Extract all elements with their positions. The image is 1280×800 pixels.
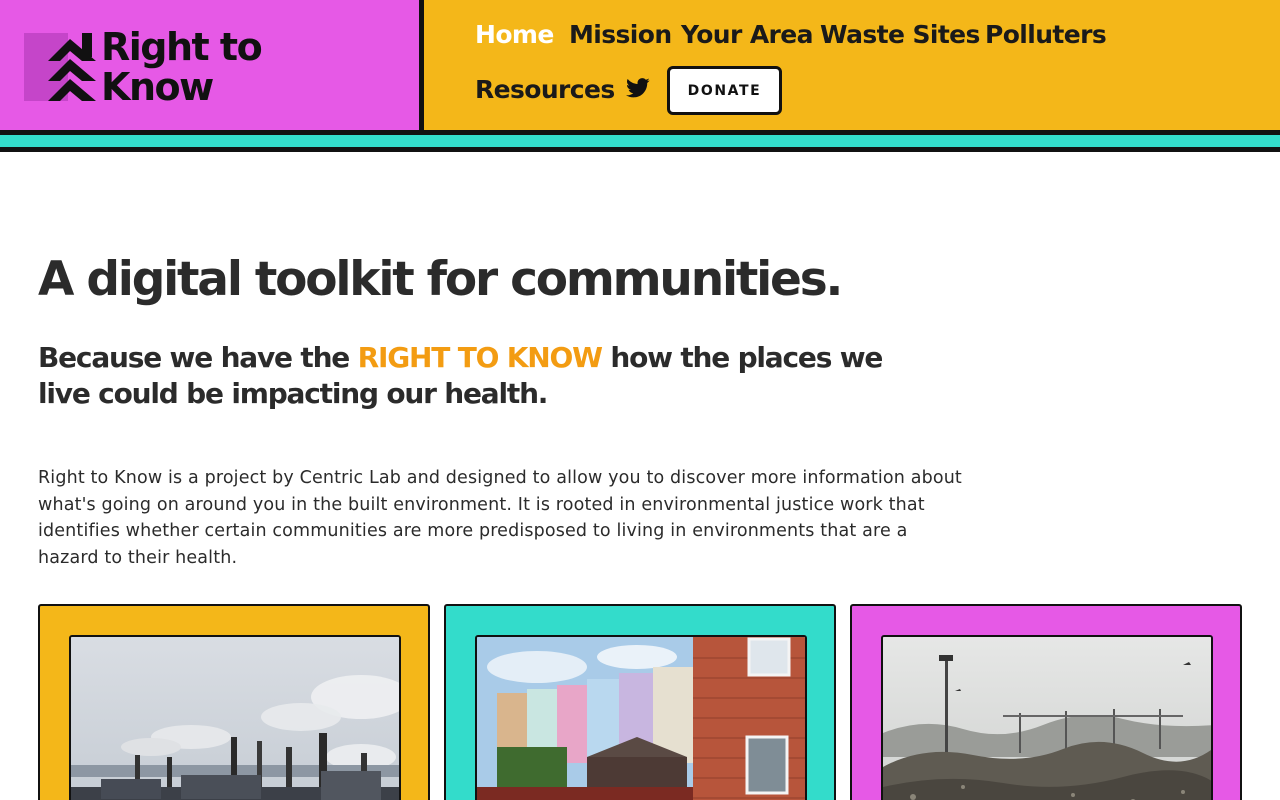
nav-waste-sites[interactable]: Waste Sites	[820, 20, 980, 50]
industrial-smokestacks-photo[interactable]	[69, 635, 401, 800]
nav-resources[interactable]: Resources	[475, 75, 615, 105]
twitter-link[interactable]	[626, 77, 650, 99]
logo-link[interactable]: Right to Know	[0, 0, 300, 130]
logo-line-2: Know	[101, 65, 214, 109]
logo-line-1: Right to	[101, 25, 263, 69]
tagline: Because we have the RIGHT TO KNOW how th…	[38, 340, 938, 412]
nav-home[interactable]: Home	[475, 20, 554, 50]
landfill-image	[883, 637, 1211, 800]
chevron-up-logo-icon	[24, 33, 96, 101]
tagline-before: Because we have the	[38, 341, 358, 374]
header-stripe	[0, 135, 1280, 152]
feature-card-2: LOVE	[444, 604, 836, 800]
intro-paragraph: Right to Know is a project by Centric La…	[38, 468, 962, 568]
landfill-waste-site-photo[interactable]	[881, 635, 1213, 800]
nav-mission[interactable]: Mission	[569, 20, 672, 50]
nav-your-area[interactable]: Your Area	[681, 20, 814, 50]
terraced-houses-image: LOVE	[477, 637, 805, 800]
industrial-smokestacks-image	[71, 637, 399, 800]
site-header: Right to Know Home Mission Your Area Was…	[0, 0, 1280, 152]
feature-card-3	[850, 604, 1242, 800]
donate-button[interactable]: DONATE	[667, 66, 782, 115]
twitter-icon	[626, 78, 650, 98]
nav-polluters[interactable]: Polluters	[985, 20, 1107, 50]
main-nav: Home Mission Your Area Waste Sites Pollu…	[424, 0, 1280, 135]
feature-card-1	[38, 604, 430, 800]
logo-panel: Right to Know	[0, 0, 424, 135]
logo-wordmark: Right to Know	[101, 25, 263, 109]
page-title: A digital toolkit for communities.	[38, 252, 843, 307]
tagline-highlight: RIGHT TO KNOW	[357, 341, 603, 374]
colorful-terraced-houses-photo[interactable]: LOVE	[475, 635, 807, 800]
